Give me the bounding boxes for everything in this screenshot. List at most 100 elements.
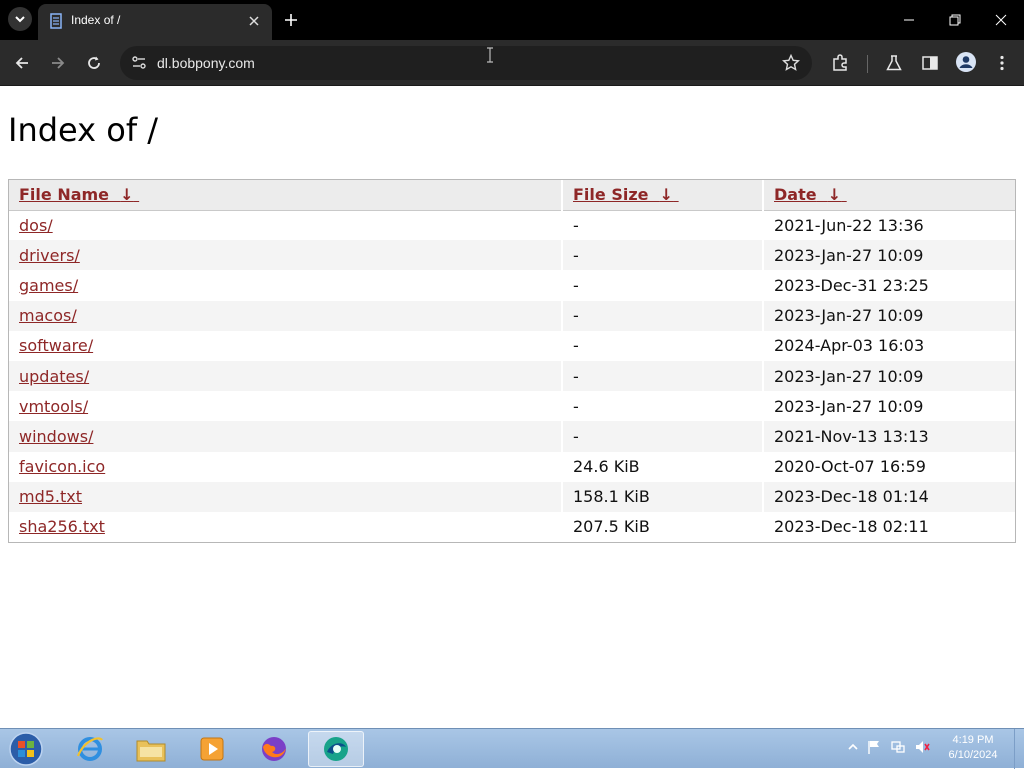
table-row: software/ -2024-Apr-03 16:03 [9, 330, 1015, 361]
table-row: sha256.txt 207.5 KiB 2023-Dec-18 02:11 [9, 511, 1015, 543]
browser-app-icon [324, 737, 348, 761]
cell-date: 2023-Jan-27 10:09 [763, 360, 1015, 392]
taskbar-media-player[interactable] [184, 731, 240, 767]
table-row: vmtools/ -2023-Jan-27 10:09 [9, 391, 1015, 422]
windows-taskbar: 4:19 PM 6/10/2024 [0, 728, 1024, 769]
puzzle-icon [833, 54, 847, 71]
profile-avatar-icon[interactable] [956, 52, 976, 72]
cell-date: 2023-Dec-31 23:25 [774, 275, 929, 295]
tab-search-button[interactable] [8, 7, 32, 31]
cell-file-name: software/ [9, 330, 563, 361]
cell-file-name: games/ [9, 270, 563, 301]
sort-arrow-icon: ↓ [659, 185, 674, 205]
close-icon [995, 14, 1007, 26]
action-center-flag-icon[interactable] [866, 739, 882, 755]
new-tab-button[interactable] [280, 9, 302, 31]
cell-date: 2024-Apr-03 16:03 [774, 336, 925, 356]
bookmark-star-icon[interactable] [782, 54, 800, 72]
taskbar-internet-explorer[interactable] [62, 731, 118, 767]
cell-date: 2023-Jan-27 10:09 [774, 396, 924, 416]
back-button[interactable] [9, 50, 35, 76]
file-link[interactable]: drivers/ [19, 246, 80, 265]
explorer-folder-icon [136, 740, 166, 762]
taskbar-file-explorer[interactable] [123, 731, 179, 767]
cell-file-size: 158.1 KiB [562, 481, 764, 512]
cell-date: 2021-Jun-22 13:36 [774, 215, 924, 235]
sort-by-size-link[interactable]: File Size ↓ [573, 185, 679, 204]
file-link[interactable]: vmtools/ [19, 397, 88, 416]
flask-icon [886, 55, 902, 71]
network-icon[interactable] [890, 739, 906, 755]
text-cursor-icon [487, 47, 493, 63]
address-bar[interactable]: dl.bobpony.com [120, 46, 812, 80]
cell-date: 2023-Jan-27 10:09 [763, 300, 1015, 331]
cell-file-size: - [562, 240, 764, 271]
file-link[interactable]: md5.txt [19, 487, 82, 506]
sort-arrow-icon: ↓ [827, 185, 842, 205]
table-row: games/ -2023-Dec-31 23:25 [9, 270, 1015, 301]
file-link[interactable]: favicon.ico [19, 457, 105, 476]
volume-muted-icon[interactable] [914, 739, 930, 755]
sort-by-date-link[interactable]: Date ↓ [774, 185, 847, 204]
table-body: dos/-2021-Jun-22 13:36 drivers/-2023-Jan-… [9, 210, 1015, 543]
tab-strip: Index of / [0, 0, 1024, 40]
active-tab[interactable]: Index of / [38, 4, 272, 40]
file-link[interactable]: macos/ [19, 306, 77, 325]
plus-icon [285, 14, 297, 26]
file-link[interactable]: windows/ [19, 427, 93, 446]
sort-by-name-link[interactable]: File Name ↓ [19, 185, 139, 204]
table-row: md5.txt 158.1 KiB 2023-Dec-18 01:14 [9, 481, 1015, 512]
forward-button[interactable] [45, 50, 71, 76]
cell-file-size: 207.5 KiB [562, 511, 764, 543]
restore-button[interactable] [942, 7, 968, 33]
page-content: Index of / File Name ↓ File Size ↓ Date … [0, 87, 1024, 728]
cell-date: 2023-Dec-18 01:14 [763, 481, 1015, 512]
cell-date: 2023-Dec-18 02:11 [774, 517, 929, 537]
file-link[interactable]: software/ [19, 336, 93, 355]
cell-file-name: sha256.txt [9, 511, 563, 543]
browser-toolbar: dl.bobpony.com [0, 40, 1024, 86]
side-panel-button[interactable] [917, 50, 943, 76]
file-link[interactable]: games/ [19, 276, 78, 295]
windows-start-button[interactable] [6, 731, 46, 767]
menu-button[interactable] [989, 50, 1015, 76]
cell-file-name: drivers/ [9, 240, 563, 271]
address-url[interactable]: dl.bobpony.com [157, 55, 255, 71]
site-info-icon[interactable] [130, 54, 148, 72]
show-hidden-icons-icon[interactable] [845, 739, 861, 755]
cell-file-size: - [562, 270, 764, 301]
cell-file-size: - [562, 360, 764, 392]
reload-button[interactable] [81, 50, 107, 76]
close-window-button[interactable] [988, 7, 1014, 33]
extensions-button[interactable] [827, 50, 853, 76]
chevron-down-icon [15, 16, 25, 23]
file-table: File Name ↓ File Size ↓ Date ↓ dos/-2021… [9, 180, 1015, 543]
file-link[interactable]: dos/ [19, 216, 53, 235]
cell-file-name: macos/ [9, 300, 563, 331]
cell-date: 2020-Oct-07 16:59 [774, 457, 926, 477]
cell-file-name: vmtools/ [9, 391, 563, 422]
close-icon [249, 16, 259, 26]
sort-arrow-icon: ↓ [120, 185, 134, 205]
column-header-name: File Name ↓ [9, 180, 563, 211]
table-row: updates/ -2023-Jan-27 10:09 [9, 360, 1015, 392]
clock-time: 4:19 PM [952, 734, 994, 746]
table-row: favicon.ico 24.6 KiB 2020-Oct-07 16:59 [9, 451, 1015, 482]
cell-date: 2023-Jan-27 10:09 [763, 240, 1015, 271]
taskbar-firefox[interactable] [246, 731, 302, 767]
file-listing: File Name ↓ File Size ↓ Date ↓ dos/-2021… [8, 179, 1016, 544]
page-title: Index of / [8, 111, 159, 149]
table-row: macos/ -2023-Jan-27 10:09 [9, 300, 1015, 331]
cell-date: 2021-Nov-13 13:13 [763, 421, 1015, 452]
taskbar-browser-active[interactable] [308, 731, 364, 767]
table-row: drivers/ -2023-Jan-27 10:09 [9, 240, 1015, 271]
show-desktop-button[interactable] [1014, 729, 1024, 769]
cell-file-name: dos/ [9, 210, 563, 241]
tab-close-button[interactable] [244, 11, 264, 31]
cell-file-size: 24.6 KiB [562, 451, 764, 482]
minimize-button[interactable] [896, 7, 922, 33]
labs-button[interactable] [881, 50, 907, 76]
system-clock[interactable]: 4:19 PM 6/10/2024 [930, 733, 1016, 763]
file-link[interactable]: sha256.txt [19, 517, 105, 536]
file-link[interactable]: updates/ [19, 367, 89, 386]
